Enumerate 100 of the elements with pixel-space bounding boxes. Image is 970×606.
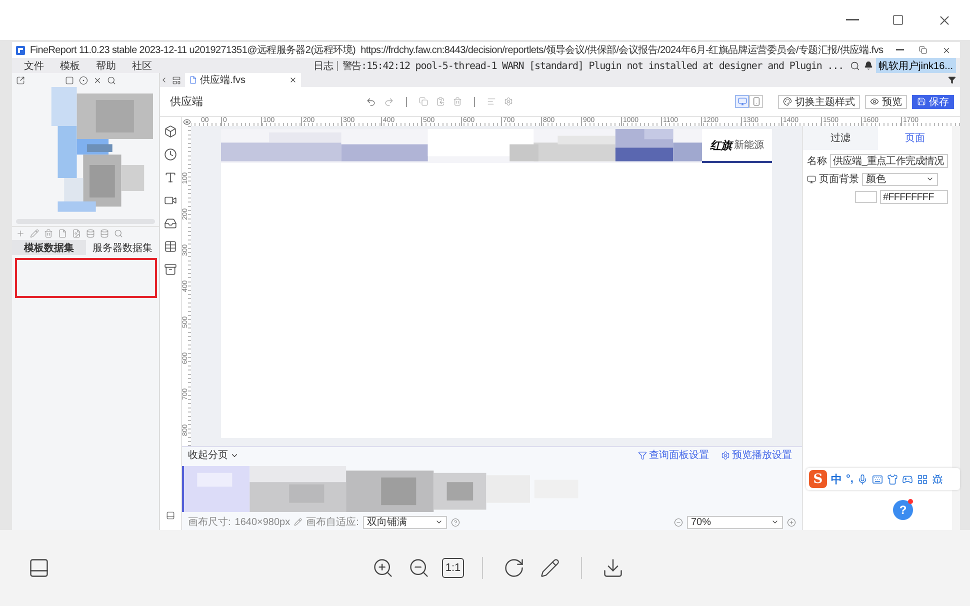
app-logo-icon xyxy=(16,46,25,54)
preview-button[interactable]: 预览 xyxy=(865,94,907,108)
help-icon xyxy=(450,518,460,526)
background-select[interactable]: 颜色 xyxy=(862,172,938,186)
shirt-icon xyxy=(887,474,898,484)
close-icon xyxy=(93,76,102,84)
menu-item[interactable]: 模板 xyxy=(52,58,88,72)
close-icon xyxy=(942,46,951,54)
pencil-icon xyxy=(540,558,560,578)
notification-dot xyxy=(908,499,913,504)
settings-link[interactable]: 预览播放设置 xyxy=(717,448,796,462)
settings-icon xyxy=(504,97,512,106)
menu-item[interactable]: 文件 xyxy=(16,58,52,72)
log-message: 警告:15:42:12 pool-5-thread-1 WARN [standard] Plugin not installed at designer and Plugin ... xyxy=(342,60,844,72)
chevron-down-icon xyxy=(434,518,443,526)
fit-select[interactable]: 双向铺满 xyxy=(362,516,447,528)
restore-icon xyxy=(919,46,927,54)
file-icon xyxy=(58,229,67,238)
theme-button[interactable]: 切换主题样式 xyxy=(778,94,860,108)
fit-label: 画布自适应: xyxy=(306,516,359,529)
collapse-pages-button[interactable]: 收起分页 xyxy=(188,448,239,462)
database-icon xyxy=(86,229,95,238)
save-icon xyxy=(917,97,926,106)
bell-icon xyxy=(864,61,873,70)
zoom-in-icon xyxy=(372,557,394,579)
align-icon xyxy=(486,97,496,106)
ime-logo: S xyxy=(809,470,827,488)
target-icon xyxy=(79,76,88,84)
settings-icon xyxy=(721,450,730,460)
app-title: FineReport 11.0.23 stable 2023-12-11 u2019271351@远程服务器2(远程环境) xyxy=(30,44,356,57)
trash-icon xyxy=(452,97,462,106)
pencil-icon xyxy=(30,229,39,238)
minimize-icon xyxy=(896,49,904,51)
file-path: https://frdchy.faw.cn:8443/decision/reportlets/领导会议/供保部/会议报告/2024年6月-红旗品牌运营委员会/专题汇报/供应端.fvs xyxy=(360,44,884,57)
color-field[interactable]: #FFFFFFFF xyxy=(880,190,948,204)
undo-icon xyxy=(366,96,376,106)
bug-icon xyxy=(932,474,944,484)
layout-icon xyxy=(28,557,50,579)
user-menu[interactable]: 帆软用户jink16... xyxy=(876,58,956,74)
text-icon xyxy=(164,171,177,184)
image-file-icon xyxy=(72,229,81,238)
chevron-down-icon xyxy=(926,175,934,183)
settings-link[interactable]: 查询面板设置 xyxy=(634,448,713,462)
plus-icon xyxy=(16,229,25,238)
layout-icon xyxy=(172,76,181,84)
canvas-size-label: 画布尺寸: xyxy=(188,516,231,529)
mic-icon xyxy=(857,474,868,484)
view-mode-button[interactable] xyxy=(735,95,749,108)
name-field[interactable]: 供应端_重点工作完成情况 xyxy=(830,154,948,168)
gamepad-icon xyxy=(902,474,914,484)
cube-icon xyxy=(164,125,177,138)
database-icon xyxy=(100,229,109,238)
actual-size-button[interactable]: 1:1 xyxy=(442,558,464,578)
filter-icon xyxy=(948,76,956,84)
canvas-size: 1640×980px xyxy=(234,516,290,528)
color-swatch[interactable] xyxy=(855,191,877,203)
punctuation-toggle[interactable]: °, xyxy=(846,473,854,485)
ime-mode[interactable]: 中 xyxy=(831,472,842,486)
clock-icon xyxy=(164,148,177,161)
pencil-icon xyxy=(294,518,302,526)
maximize-icon xyxy=(892,14,904,26)
logo: 红旗 新能源 xyxy=(702,129,772,163)
square-icon xyxy=(65,76,74,84)
properties-tab[interactable]: 过滤 xyxy=(803,126,878,150)
trash-icon xyxy=(44,229,53,238)
inbox-icon xyxy=(164,217,177,230)
archive-icon xyxy=(164,263,177,276)
close-icon xyxy=(289,76,297,84)
redo-icon xyxy=(384,96,394,106)
palette-icon xyxy=(783,97,792,106)
file-tab[interactable]: 供应端.fvs xyxy=(185,73,301,87)
zoom-in-icon xyxy=(787,518,796,526)
menu-item[interactable]: 社区 xyxy=(124,58,160,72)
zoom-out-icon xyxy=(674,518,683,526)
search-icon xyxy=(850,60,860,70)
desktop-icon xyxy=(738,97,746,106)
eye-icon xyxy=(182,118,190,126)
background-label: 页面背景 xyxy=(819,172,859,186)
filter-icon xyxy=(638,450,647,460)
name-label: 名称 xyxy=(807,155,827,168)
rotate-icon xyxy=(503,557,525,579)
zoom-out-icon xyxy=(408,557,430,579)
search-icon xyxy=(114,229,123,238)
log-label: 日志 xyxy=(313,60,334,72)
download-icon xyxy=(602,557,624,579)
minimize-icon xyxy=(846,19,858,21)
zoom-select[interactable]: 70% xyxy=(687,516,783,528)
copy-icon xyxy=(418,97,428,106)
view-mode-button[interactable] xyxy=(749,95,763,108)
save-button[interactable]: 保存 xyxy=(912,94,954,108)
chevron-left-icon xyxy=(160,76,168,84)
chevron-down-icon xyxy=(771,518,779,526)
keyboard-icon xyxy=(872,474,884,484)
editor-title: 供应端 xyxy=(170,94,203,109)
grid-icon xyxy=(917,474,928,484)
dataset-tab[interactable]: 模板数据集 xyxy=(12,240,86,255)
file-icon xyxy=(189,76,197,84)
phone-icon xyxy=(752,97,760,106)
menu-item[interactable]: 帮助 xyxy=(88,58,124,72)
panel-icon xyxy=(166,511,175,520)
